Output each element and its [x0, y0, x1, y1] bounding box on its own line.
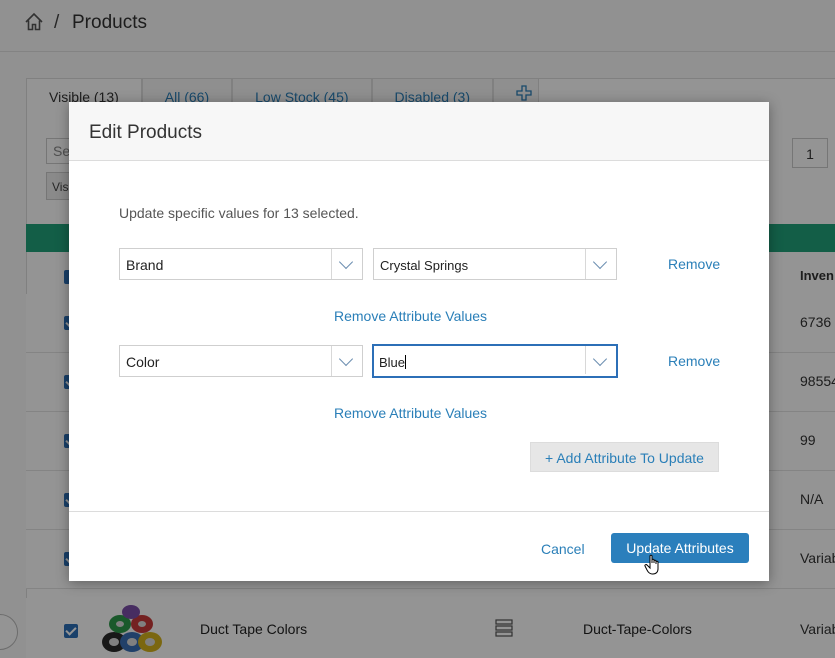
attribute-select-value: Brand — [126, 257, 164, 273]
chevron-down-icon — [592, 254, 608, 270]
attribute-value: Crystal Springs — [380, 258, 469, 273]
edit-products-modal: Edit Products Update specific values for… — [69, 102, 769, 581]
selection-summary: Update specific values for 13 selected. — [119, 205, 359, 221]
modal-header: Edit Products — [69, 102, 769, 161]
chevron-down-icon — [338, 351, 354, 367]
cancel-button[interactable]: Cancel — [541, 541, 585, 557]
attribute-select[interactable]: Color — [119, 345, 363, 377]
text-caret — [405, 355, 407, 369]
chevron-down-icon — [592, 351, 608, 367]
remove-attribute-link[interactable]: Remove — [668, 353, 720, 369]
attribute-value-select[interactable]: Crystal Springs — [373, 248, 617, 280]
hand-cursor-icon — [644, 554, 659, 575]
attribute-select[interactable]: Brand — [119, 248, 363, 280]
attribute-value-wrapper: Blue — [379, 355, 407, 370]
remove-attribute-link[interactable]: Remove — [668, 256, 720, 272]
remove-attribute-values-link[interactable]: Remove Attribute Values — [334, 308, 487, 324]
attribute-value-input[interactable]: Blue — [372, 344, 618, 378]
attribute-value: Blue — [379, 355, 406, 370]
dropdown-toggle[interactable] — [585, 346, 616, 374]
dropdown-toggle[interactable] — [585, 249, 616, 279]
remove-attribute-values-link[interactable]: Remove Attribute Values — [334, 405, 487, 421]
add-attribute-button[interactable]: + Add Attribute To Update — [530, 442, 719, 472]
dropdown-toggle[interactable] — [331, 346, 362, 376]
update-attributes-button[interactable]: Update Attributes — [611, 533, 749, 563]
modal-footer: Cancel Update Attributes — [69, 511, 769, 581]
attribute-select-value: Color — [126, 354, 160, 370]
modal-title: Edit Products — [89, 122, 202, 143]
dropdown-toggle[interactable] — [331, 249, 362, 279]
modal-body: Update specific values for 13 selected. … — [69, 162, 769, 512]
chevron-down-icon — [338, 254, 354, 270]
